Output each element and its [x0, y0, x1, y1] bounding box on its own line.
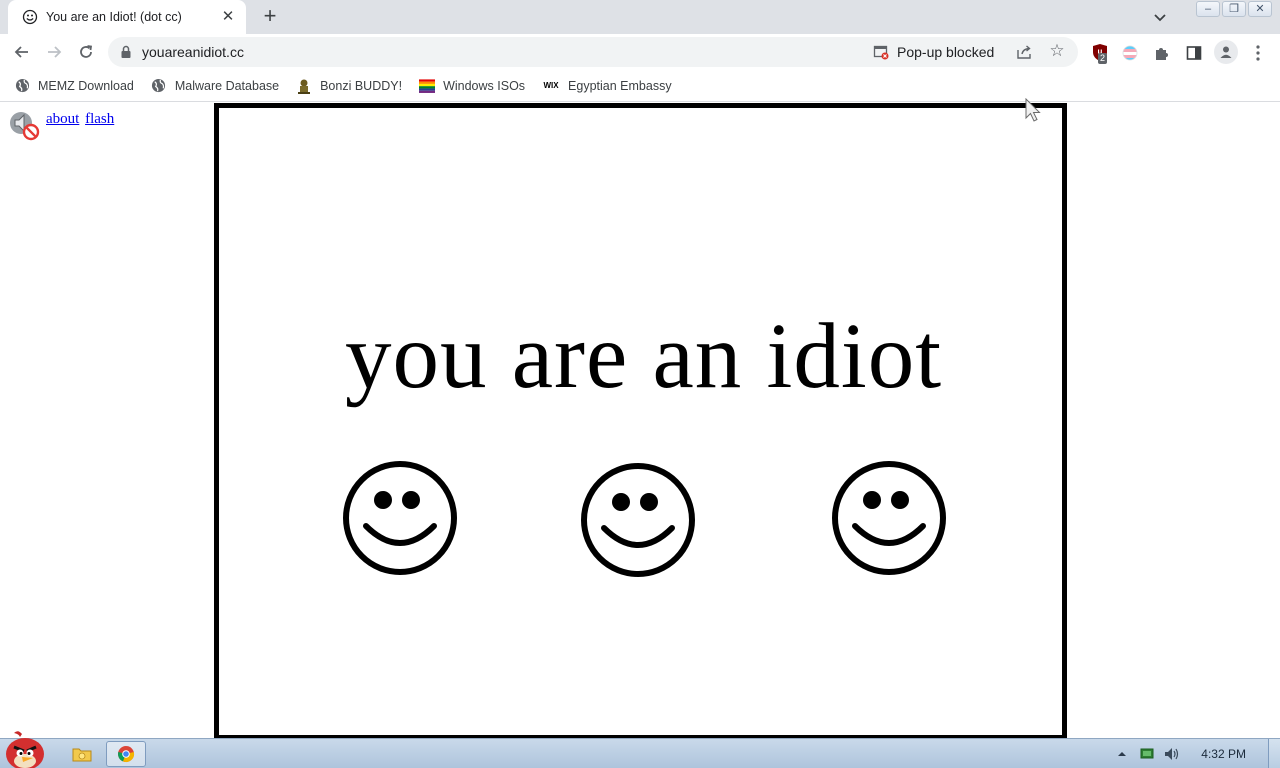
taskbar: 4:32 PM [0, 731, 1280, 768]
share-icon[interactable] [1016, 44, 1034, 60]
browser-tab[interactable]: You are an Idiot! (dot cc) ✕ [8, 0, 246, 34]
tab-close-button[interactable]: ✕ [220, 9, 236, 25]
tab-title: You are an Idiot! (dot cc) [46, 10, 182, 24]
bookmarks-bar: MEMZ Download Malware Database Bonzi BUD… [0, 70, 1280, 102]
bookmark-bonzi-buddy[interactable]: Bonzi BUDDY! [296, 78, 402, 94]
popup-blocked-indicator[interactable]: Pop-up blocked [873, 44, 994, 60]
new-tab-button[interactable]: + [258, 5, 282, 29]
show-hidden-icons-button[interactable] [1111, 743, 1133, 765]
tab-strip: You are an Idiot! (dot cc) ✕ + – ❐ ✕ [0, 0, 1280, 34]
file-explorer-icon [72, 748, 92, 762]
bookmark-label: MEMZ Download [38, 78, 134, 93]
browser-toolbar: youareanidiot.cc Pop-up blocked ☆ u 2 [0, 34, 1280, 70]
bookmark-memz-download[interactable]: MEMZ Download [14, 78, 134, 94]
back-button[interactable] [10, 40, 34, 64]
smiley-face-icon [832, 461, 946, 575]
bookmark-label: Windows ISOs [443, 78, 526, 93]
volume-speaker-icon [1165, 748, 1179, 760]
mouse-cursor-icon [1025, 98, 1041, 122]
page-links: about flash [46, 111, 116, 128]
lock-icon[interactable] [120, 45, 132, 59]
about-link[interactable]: about [46, 111, 79, 127]
url-text[interactable]: youareanidiot.cc [142, 44, 244, 60]
profile-button[interactable] [1214, 40, 1238, 64]
bookmark-label: Egyptian Embassy [568, 78, 672, 93]
forward-button[interactable] [42, 40, 66, 64]
wix-icon: WIX [543, 81, 559, 90]
chrome-taskbar-button[interactable] [106, 741, 146, 767]
globe-icon [14, 78, 30, 94]
reload-button[interactable] [74, 40, 98, 64]
flash-frame[interactable]: you are an idiot [214, 103, 1067, 740]
bookmark-egyptian-embassy[interactable]: WIX Egyptian Embassy [542, 78, 672, 94]
page-content: about flash you are an idiot [0, 103, 1280, 740]
headline-text: you are an idiot [345, 305, 943, 408]
bookmark-label: Bonzi BUDDY! [320, 78, 403, 93]
file-explorer-taskbar-button[interactable] [62, 741, 102, 767]
system-tray: 4:32 PM [1108, 739, 1280, 768]
muted-speaker-icon[interactable] [8, 109, 40, 141]
profile-avatar-icon [1220, 46, 1232, 58]
back-arrow-icon [14, 46, 28, 58]
angry-bird-start-icon[interactable] [0, 730, 50, 768]
bookmark-label: Malware Database [174, 78, 280, 93]
reload-icon [80, 45, 93, 58]
popup-blocked-label: Pop-up blocked [897, 44, 995, 60]
ublock-extension-button[interactable]: u 2 [1090, 43, 1110, 64]
volume-tray-button[interactable] [1161, 743, 1183, 765]
side-panel-button[interactable] [1184, 43, 1204, 63]
kebab-menu-icon [1256, 45, 1260, 61]
tray-arrow-up-icon [1118, 752, 1127, 756]
taskbar-clock[interactable]: 4:32 PM [1201, 747, 1246, 761]
forward-arrow-icon [48, 46, 62, 58]
browser-menu-button[interactable] [1248, 43, 1268, 63]
smiley-face-icon [343, 461, 457, 575]
show-desktop-button[interactable] [1268, 739, 1280, 768]
bookmark-malware-database[interactable]: Malware Database [151, 78, 279, 94]
chrome-icon [118, 746, 135, 763]
smiley-face-icon [581, 463, 695, 577]
side-panel-icon [1186, 46, 1202, 60]
close-window-button[interactable]: ✕ [1248, 1, 1272, 17]
rainbow-flag-icon [419, 78, 436, 94]
bonzi-icon [296, 78, 312, 94]
minimize-button[interactable]: – [1196, 1, 1220, 17]
puzzle-piece-icon [1156, 48, 1168, 60]
smiley-favicon-icon [22, 9, 38, 25]
globe-icon [151, 78, 167, 94]
extensions-button[interactable] [1152, 43, 1172, 63]
network-icon [1140, 748, 1154, 759]
extension-badge: 2 [1098, 53, 1108, 64]
address-bar[interactable]: youareanidiot.cc Pop-up blocked ☆ [108, 37, 1078, 67]
popup-blocked-icon [873, 45, 889, 60]
bookmark-windows-isos[interactable]: Windows ISOs [419, 78, 525, 94]
restore-button[interactable]: ❐ [1222, 1, 1246, 17]
network-tray-button[interactable] [1136, 743, 1158, 765]
bookmark-star-icon[interactable]: ☆ [1048, 42, 1066, 60]
window-controls: – ❐ ✕ [1194, 1, 1272, 17]
tab-search-chevron-icon[interactable] [1150, 7, 1170, 27]
flash-link[interactable]: flash [85, 111, 114, 127]
pride-extension-button[interactable] [1120, 43, 1140, 63]
pride-circle-icon [1122, 45, 1138, 61]
